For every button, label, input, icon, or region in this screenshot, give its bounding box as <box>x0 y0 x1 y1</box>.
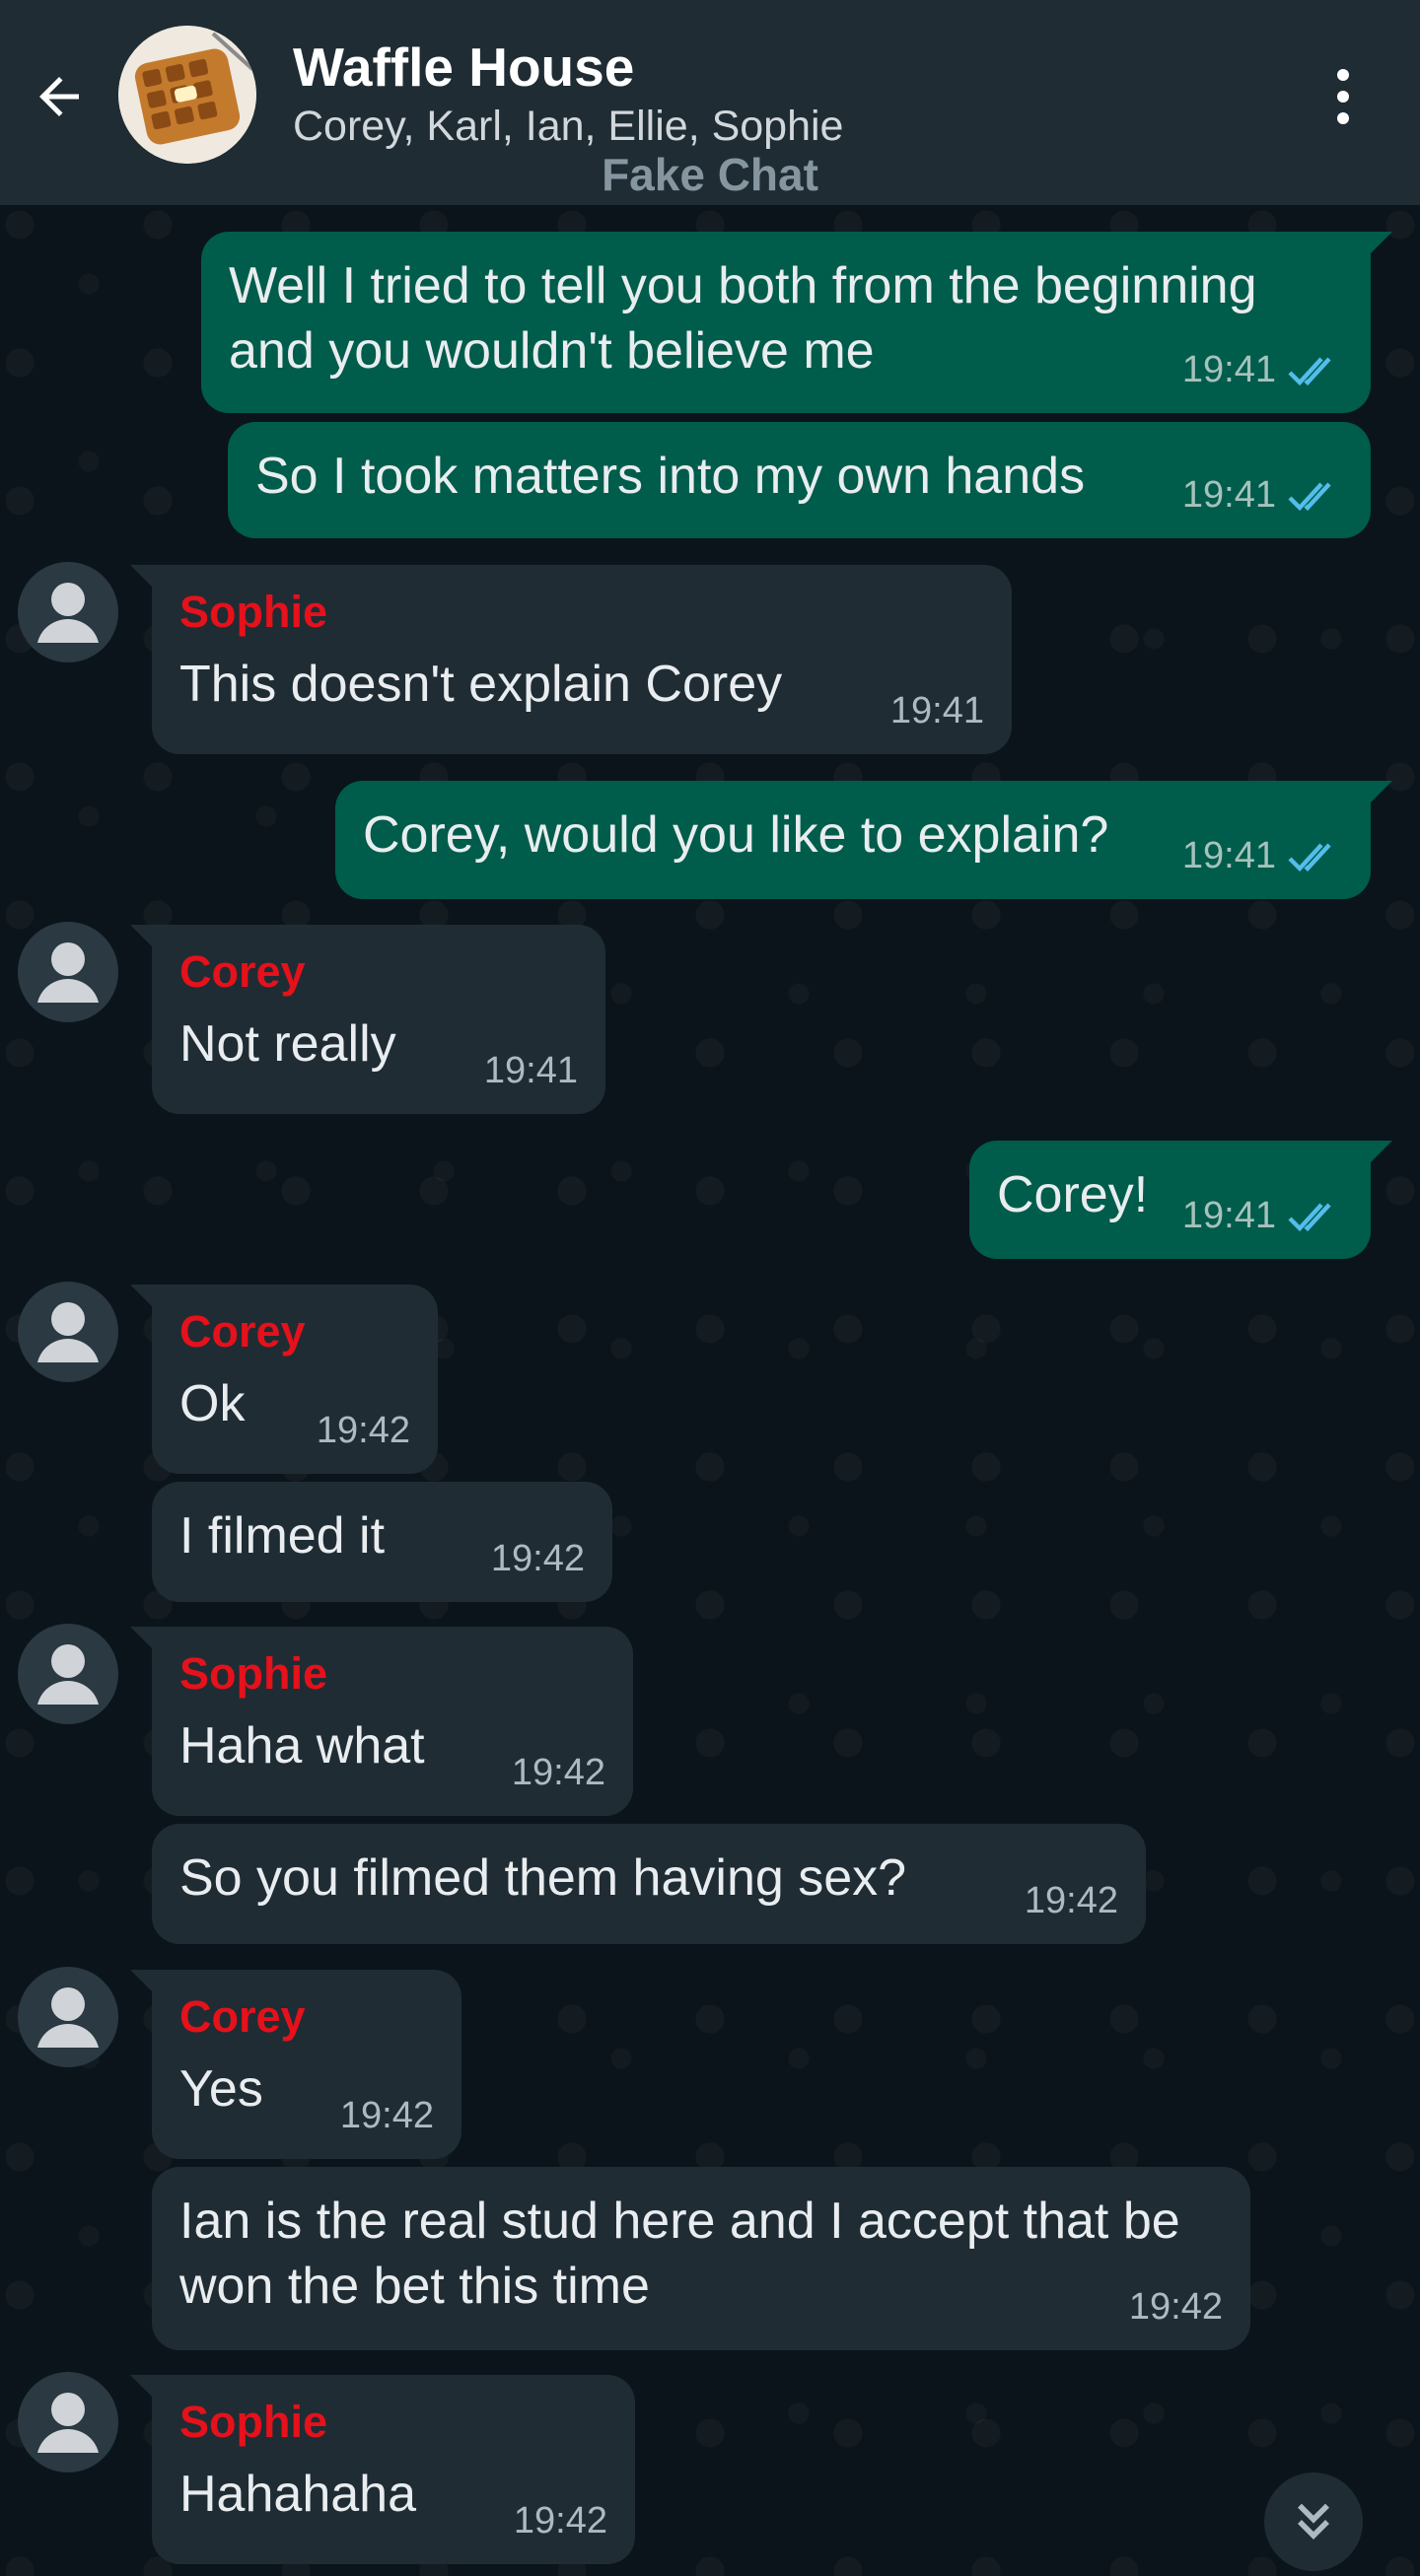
message-bubble-incoming[interactable]: Sophie Hahahaha 19:42 <box>130 2375 635 2564</box>
double-chevron-down-icon <box>1298 2503 1329 2540</box>
message-time: 19:42 <box>339 2095 434 2136</box>
message-bubble-outgoing[interactable]: Corey! 19:41 <box>969 1141 1392 1259</box>
message-time: 19:42 <box>316 1410 410 1451</box>
person-icon <box>37 1302 99 1362</box>
chat-title[interactable]: Waffle House <box>293 35 634 99</box>
message-meta: 19:41 <box>1182 1195 1343 1237</box>
message-time: 19:42 <box>513 2500 607 2541</box>
message-bubble-incoming[interactable]: I filmed it 19:42 <box>152 1482 612 1602</box>
more-options-button[interactable] <box>1312 59 1375 134</box>
message-time: 19:41 <box>1181 349 1276 390</box>
message-time: 19:42 <box>490 1538 585 1579</box>
double-check-read-icon <box>1288 843 1331 871</box>
message-time: 19:41 <box>483 1050 578 1091</box>
person-icon <box>37 2393 99 2453</box>
message-time: 19:41 <box>1181 474 1276 516</box>
waffle-photo <box>118 26 256 164</box>
sender-name: Corey <box>179 946 306 997</box>
sender-name: Corey <box>179 1991 306 2042</box>
message-meta: 19:42 <box>514 2500 607 2542</box>
sender-avatar[interactable] <box>18 1967 118 2067</box>
message-text: So you filmed them having sex? <box>179 1849 907 1907</box>
message-time: 19:41 <box>1181 835 1276 876</box>
sender-avatar[interactable] <box>18 1624 118 1724</box>
message-time: 19:41 <box>889 690 984 731</box>
message-meta: 19:42 <box>1129 2286 1223 2329</box>
message-bubble-outgoing[interactable]: So I took matters into my own hands 19:4… <box>228 422 1371 538</box>
sender-avatar[interactable] <box>18 2372 118 2472</box>
watermark-label: Fake Chat <box>602 149 818 200</box>
double-check-read-icon <box>1288 357 1331 385</box>
message-time: 19:42 <box>1128 2286 1223 2328</box>
message-time: 19:41 <box>1181 1195 1276 1236</box>
message-meta: 19:41 <box>484 1050 578 1092</box>
scroll-to-bottom-button[interactable] <box>1264 2472 1363 2571</box>
more-vertical-icon <box>1337 69 1349 81</box>
message-bubble-incoming[interactable]: Sophie This doesn't explain Corey 19:41 <box>130 565 1012 754</box>
message-text: This doesn't explain Corey <box>179 656 783 713</box>
participants-list[interactable]: Corey, Karl, Ian, Ellie, Sophie <box>293 103 843 151</box>
message-bubble-incoming[interactable]: Corey Ok 19:42 <box>130 1285 438 1474</box>
chat-header: Waffle House Corey, Karl, Ian, Ellie, So… <box>0 0 1420 205</box>
double-check-read-icon <box>1288 1203 1331 1231</box>
person-icon <box>37 1644 99 1705</box>
message-bubble-outgoing[interactable]: Well I tried to tell you both from the b… <box>201 232 1392 413</box>
sender-name: Sophie <box>179 587 328 637</box>
message-text: So I took matters into my own hands <box>255 448 1086 505</box>
message-bubble-incoming[interactable]: Corey Not really 19:41 <box>130 925 605 1114</box>
sender-name: Sophie <box>179 1648 328 1699</box>
person-icon <box>37 583 99 643</box>
sender-avatar[interactable] <box>18 1282 118 1382</box>
message-meta: 19:42 <box>491 1538 585 1580</box>
arrow-left-icon <box>39 77 79 116</box>
person-icon <box>37 942 99 1003</box>
sender-name: Corey <box>179 1306 306 1357</box>
message-meta: 19:41 <box>1182 349 1343 391</box>
back-button[interactable] <box>22 59 97 134</box>
message-meta: 19:42 <box>1025 1880 1118 1922</box>
message-bubble-incoming[interactable]: Corey Yes 19:42 <box>130 1970 462 2159</box>
message-bubble-incoming[interactable]: Sophie Haha what 19:42 <box>130 1627 633 1816</box>
message-meta: 19:42 <box>512 1752 605 1794</box>
person-icon <box>37 1987 99 2048</box>
sender-avatar[interactable] <box>18 562 118 662</box>
message-meta: 19:41 <box>1182 474 1343 517</box>
message-meta: 19:41 <box>890 690 984 732</box>
message-bubble-incoming[interactable]: Ian is the real stud here and I accept t… <box>152 2167 1250 2350</box>
message-text: Ian is the real stud here and I accept t… <box>179 2193 1180 2315</box>
message-text: Well I tried to tell you both from the b… <box>229 257 1257 380</box>
message-bubble-incoming[interactable]: So you filmed them having sex? 19:42 <box>152 1824 1146 1944</box>
sender-avatar[interactable] <box>18 922 118 1022</box>
message-meta: 19:42 <box>340 2095 434 2137</box>
message-meta: 19:41 <box>1182 835 1343 877</box>
message-meta: 19:42 <box>317 1410 410 1452</box>
message-time: 19:42 <box>1024 1880 1118 1921</box>
message-time: 19:42 <box>511 1752 605 1793</box>
double-check-read-icon <box>1288 482 1331 511</box>
sender-name: Sophie <box>179 2397 328 2447</box>
message-bubble-outgoing[interactable]: Corey, would you like to explain? 19:41 <box>335 781 1392 899</box>
group-avatar[interactable] <box>118 26 256 164</box>
